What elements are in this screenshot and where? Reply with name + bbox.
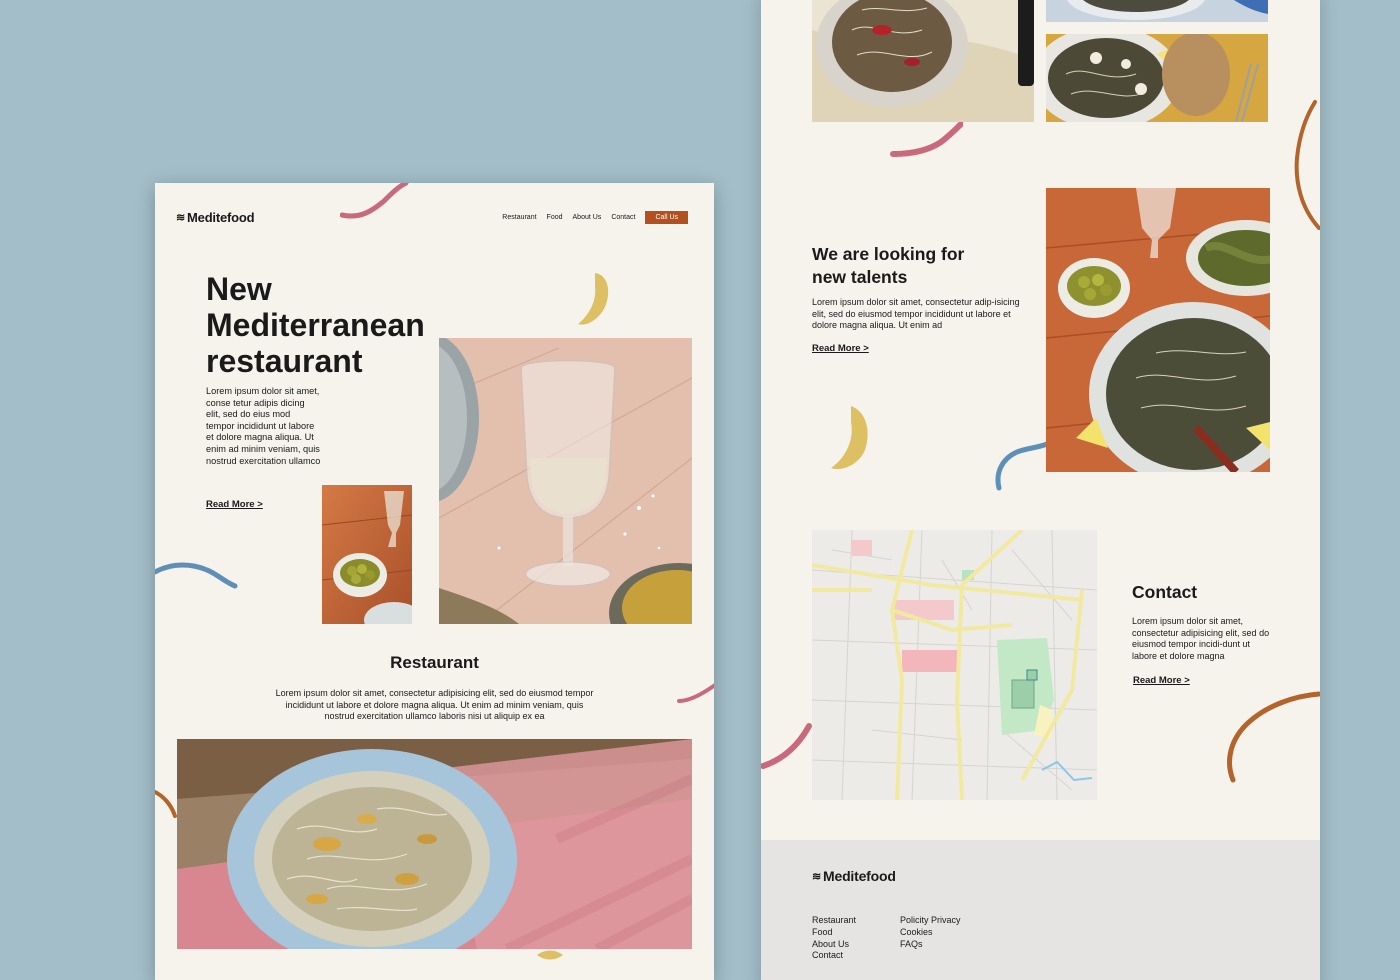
footer-brand-name: Meditefood xyxy=(823,868,896,884)
talents-text: Lorem ipsum dolor sit amet, consectetur … xyxy=(812,297,1020,330)
talents-title-line-1: We are looking for xyxy=(812,244,965,264)
brand-logo[interactable]: ≋ Meditefood xyxy=(176,210,255,225)
hero-title-line-1: New xyxy=(206,271,272,307)
wave-grid-icon: ≋ xyxy=(176,212,186,224)
footer-link-cookies[interactable]: Cookies xyxy=(900,927,961,939)
yellow-brush-stroke xyxy=(578,273,609,325)
nav-item-food[interactable]: Food xyxy=(547,214,563,221)
contact-title: Contact xyxy=(1132,582,1198,602)
contact-read-more-link[interactable]: Read More > xyxy=(1133,675,1190,686)
blue-plate-photo xyxy=(1046,0,1268,22)
inner-page-preview: We are looking for new talents Lorem ips… xyxy=(761,0,1320,980)
yellow-brush-stroke xyxy=(831,406,868,470)
hero-title-line-3: restaurant xyxy=(206,343,363,379)
footer-link-food[interactable]: Food xyxy=(812,927,856,939)
wine-glass-photo xyxy=(439,338,692,624)
footer-link-privacy[interactable]: Policity Privacy xyxy=(900,915,961,927)
hero-description: Lorem ipsum dolor sit amet, conse tetur … xyxy=(206,386,321,466)
brown-brush-stroke xyxy=(155,790,177,818)
clams-pasta-photo xyxy=(1046,34,1268,122)
footer-brand-logo[interactable]: ≋ Meditefood xyxy=(812,868,896,884)
contact-text: Lorem ipsum dolor sit amet, consectetur … xyxy=(1132,616,1270,661)
hero-title: New Mediterranean restaurant xyxy=(206,271,446,379)
footer-link-about-us[interactable]: About Us xyxy=(812,939,856,951)
wave-grid-icon: ≋ xyxy=(812,870,822,883)
talents-read-more-link[interactable]: Read More > xyxy=(812,343,869,354)
talents-title: We are looking for new talents xyxy=(812,243,964,289)
landing-page-preview: ≋ Meditefood Restaurant Food About Us Co… xyxy=(155,183,714,980)
hero-title-line-2: Mediterranean xyxy=(206,307,425,343)
footer-link-faqs[interactable]: FAQs xyxy=(900,939,961,951)
pink-brush-stroke xyxy=(340,183,409,219)
table-spread-photo xyxy=(1046,188,1270,472)
footer-links-legal: Policity Privacy Cookies FAQs xyxy=(900,915,961,950)
brand-name: Meditefood xyxy=(187,210,255,225)
pink-brush-stroke-small xyxy=(677,683,714,703)
footer-links-primary: Restaurant Food About Us Contact xyxy=(812,915,856,962)
footer-link-contact[interactable]: Contact xyxy=(812,950,856,962)
nav-item-restaurant[interactable]: Restaurant xyxy=(502,214,536,221)
brown-brush-stroke-large xyxy=(1227,691,1320,783)
pink-brush-stroke-small xyxy=(761,723,812,769)
nav-item-about-us[interactable]: About Us xyxy=(573,214,602,221)
pink-brush-stroke xyxy=(890,121,963,157)
restaurant-section-text: Lorem ipsum dolor sit amet, consectetur … xyxy=(275,688,594,721)
hero-read-more-link[interactable]: Read More > xyxy=(206,499,263,510)
nav-item-contact[interactable]: Contact xyxy=(611,214,635,221)
talents-title-line-2: new talents xyxy=(812,267,908,287)
restaurant-section-title: Restaurant xyxy=(390,653,479,672)
fish-plate-photo xyxy=(177,739,692,949)
olives-photo xyxy=(322,485,412,624)
footer: ≋ Meditefood Restaurant Food About Us Co… xyxy=(761,840,1320,980)
brown-brush-stroke xyxy=(1294,100,1320,230)
footer-link-restaurant[interactable]: Restaurant xyxy=(812,915,856,927)
blue-brush-stroke xyxy=(995,441,1049,491)
main-nav: Restaurant Food About Us Contact Call Us xyxy=(502,211,688,224)
location-map[interactable] xyxy=(812,530,1097,800)
blue-brush-stroke xyxy=(155,562,238,589)
seafood-plate-photo xyxy=(812,0,1034,122)
call-us-button[interactable]: Call Us xyxy=(645,211,688,224)
